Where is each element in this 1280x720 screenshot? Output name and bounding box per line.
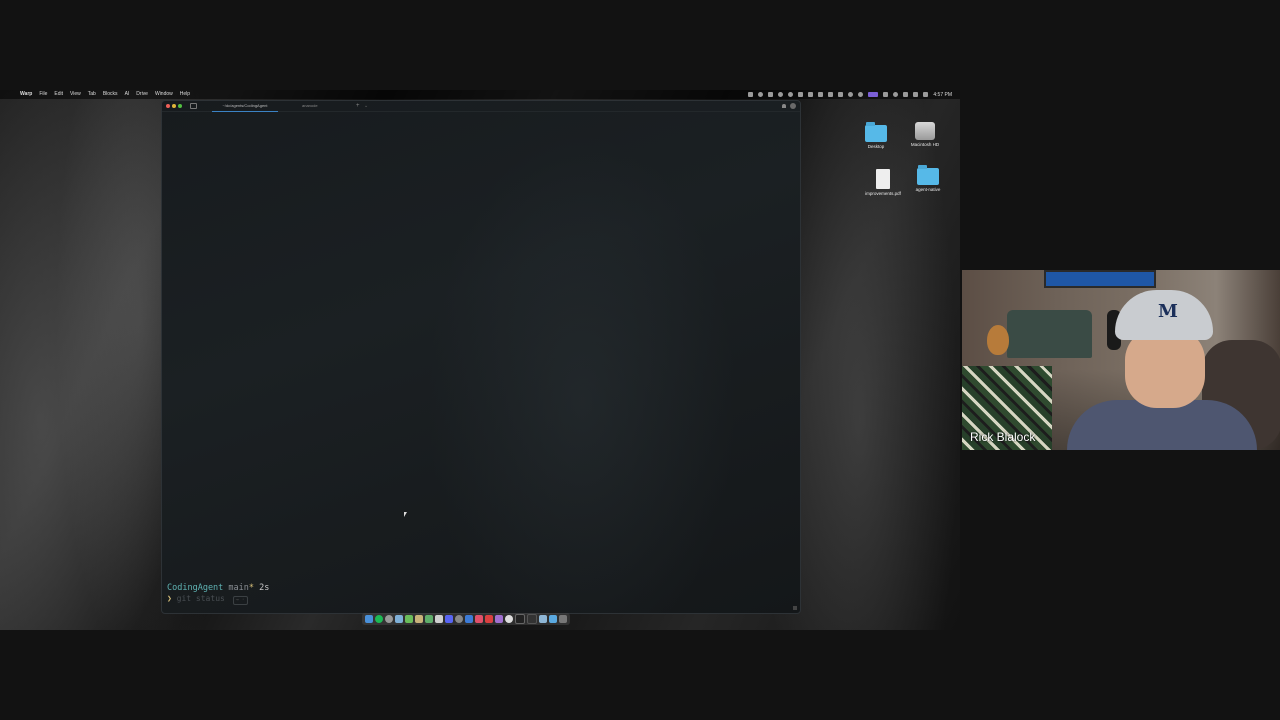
cap-logo-icon: M: [1158, 301, 1178, 322]
menu-drive[interactable]: Drive: [136, 90, 148, 99]
bluetooth-icon[interactable]: [903, 92, 909, 97]
dock-folder-icon[interactable]: [549, 615, 557, 623]
webcam-video-tile: M Rick Blalock: [962, 270, 1280, 450]
dock-xcode-icon[interactable]: [527, 614, 537, 624]
warp-terminal-window[interactable]: ~/dc/agents/CodingAgent ananode + ⌄ Codi…: [161, 100, 801, 614]
mouse-pointer-icon: [404, 512, 407, 517]
apple-icon[interactable]: [7, 91, 13, 98]
circle-icon[interactable]: [778, 92, 784, 97]
hard-drive-icon: [915, 122, 935, 140]
presenter-figure: M: [1067, 290, 1257, 450]
tab-ananode[interactable]: ananode: [302, 101, 318, 111]
control-icon[interactable]: [838, 92, 844, 97]
desktop-icon-label: improvements.pdf: [865, 191, 901, 196]
folder-icon: [865, 122, 887, 142]
resize-handle-icon[interactable]: [793, 606, 797, 610]
menu-file[interactable]: File: [39, 90, 47, 99]
focus-icon[interactable]: [848, 92, 854, 97]
menu-bar-status-area: 4:57 PM: [748, 90, 952, 99]
wall-art-icon: [1044, 270, 1156, 288]
terminal-prompt[interactable]: CodingAgent main* 2s ❯ git status → ·: [167, 583, 269, 605]
dock-maps-icon[interactable]: [425, 615, 433, 623]
zoom-window-button[interactable]: [178, 104, 182, 108]
screen-share-icon[interactable]: [868, 92, 879, 97]
desktop-icon-improvements-pdf[interactable]: improvements.pdf: [861, 169, 905, 196]
battery-icon[interactable]: [913, 92, 919, 97]
dock-spotify-icon[interactable]: [375, 615, 383, 623]
desktop-icon-label: Desktop: [867, 144, 885, 149]
menu-tab[interactable]: Tab: [88, 90, 96, 99]
dock-terminal-icon[interactable]: [505, 615, 513, 623]
sidebar-toggle-icon[interactable]: [190, 103, 197, 109]
dock-figma-icon[interactable]: [495, 615, 503, 623]
menu-view[interactable]: View: [70, 90, 81, 99]
desktop-icon-label: Macintosh HD: [910, 142, 940, 147]
dock-trash-icon[interactable]: [559, 615, 567, 623]
dock-safari-icon[interactable]: [395, 615, 403, 623]
dock-discord-icon[interactable]: [445, 615, 453, 623]
tab-dropdown-chevron-icon[interactable]: ⌄: [364, 101, 368, 111]
dock-preview-icon[interactable]: [539, 615, 547, 623]
notifications-bell-icon[interactable]: [782, 104, 786, 108]
close-window-button[interactable]: [166, 104, 170, 108]
keyboard-icon[interactable]: [883, 92, 889, 97]
macos-dock: [362, 613, 570, 625]
window-icon[interactable]: [828, 92, 834, 97]
couch-icon: [1007, 310, 1092, 358]
guitar-icon: [987, 325, 1009, 355]
desktop-icon-desktop[interactable]: Desktop: [854, 122, 898, 149]
grid-icon[interactable]: [798, 92, 804, 97]
face-icon: [1125, 328, 1205, 408]
refresh-icon[interactable]: [788, 92, 794, 97]
menu-app-warp[interactable]: Warp: [20, 90, 32, 99]
prompt-git-branch: main: [228, 583, 249, 593]
dock-notes-icon[interactable]: [415, 615, 423, 623]
dock-finder-icon[interactable]: [365, 615, 373, 623]
dropbox-icon[interactable]: [818, 92, 824, 97]
dock-vscode-icon[interactable]: [515, 614, 525, 624]
dock-chrome-icon[interactable]: [385, 615, 393, 623]
menu-edit[interactable]: Edit: [54, 90, 63, 99]
new-tab-plus-icon[interactable]: +: [356, 101, 360, 111]
command-input[interactable]: ❯ git status → ·: [167, 594, 269, 605]
screen: Warp File Edit View Tab Blocks AI Drive …: [0, 0, 1280, 720]
search-icon[interactable]: [858, 92, 864, 97]
dock-calendar-icon[interactable]: [455, 615, 463, 623]
account-avatar-icon[interactable]: [790, 103, 796, 109]
pdf-document-icon: [876, 169, 890, 189]
back-arrow-icon[interactable]: [768, 92, 774, 97]
command-input-placeholder[interactable]: git status: [177, 594, 225, 603]
wifi-icon[interactable]: [893, 92, 899, 97]
prompt-directory: CodingAgent: [167, 583, 224, 593]
menu-help[interactable]: Help: [180, 90, 190, 99]
menu-ai[interactable]: AI: [125, 90, 130, 99]
autosuggest-hint-badge: → ·: [232, 596, 248, 605]
dock-mail-icon[interactable]: [465, 615, 473, 623]
prompt-context-line: CodingAgent main* 2s: [167, 583, 269, 594]
minimize-window-button[interactable]: [172, 104, 176, 108]
folder-icon: [917, 165, 939, 185]
menu-bar-clock[interactable]: 4:57 PM: [933, 92, 952, 98]
dock-photos-icon[interactable]: [435, 615, 443, 623]
shared-desktop: Warp File Edit View Tab Blocks AI Drive …: [0, 90, 960, 630]
tab-codingagent[interactable]: ~/dc/agents/CodingAgent: [212, 101, 278, 112]
baseball-cap-icon: M: [1115, 290, 1213, 340]
link-icon[interactable]: [808, 92, 814, 97]
record-icon[interactable]: [758, 92, 764, 97]
desktop-icon-agent-native[interactable]: agent-native: [906, 165, 950, 192]
prompt-caret-icon: ❯: [167, 594, 172, 603]
dock-messages-icon[interactable]: [405, 615, 413, 623]
macos-menu-bar: Warp File Edit View Tab Blocks AI Drive …: [0, 90, 960, 99]
dock-music-icon[interactable]: [475, 615, 483, 623]
menu-blocks[interactable]: Blocks: [103, 90, 118, 99]
prompt-dirty-marker: *: [248, 583, 255, 593]
volume-icon[interactable]: [748, 92, 754, 97]
desktop-icon-macintosh-hd[interactable]: Macintosh HD: [903, 122, 947, 147]
participant-name-label: Rick Blalock: [970, 430, 1036, 444]
menu-window[interactable]: Window: [155, 90, 173, 99]
prompt-duration: 2s: [259, 583, 270, 593]
desktop-icon-label: agent-native: [915, 187, 941, 192]
dock-slack-icon[interactable]: [485, 615, 493, 623]
control-center-icon[interactable]: [923, 92, 929, 97]
